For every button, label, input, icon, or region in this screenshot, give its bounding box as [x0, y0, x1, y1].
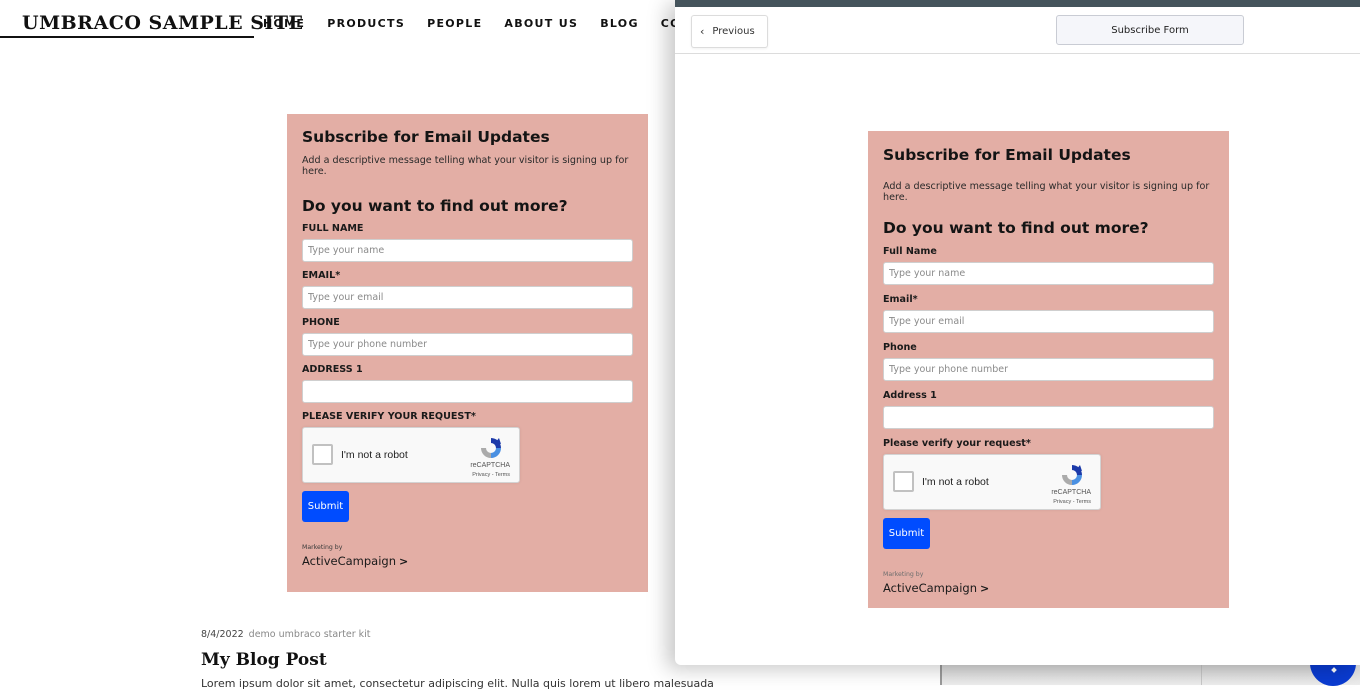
blog-title[interactable]: My Blog Post: [201, 650, 327, 670]
recaptcha-checkbox[interactable]: [312, 444, 333, 465]
chevron-right-icon: >: [398, 554, 409, 568]
recaptcha-links[interactable]: Privacy - Terms: [1053, 499, 1091, 505]
chevron-right-icon: >: [979, 581, 990, 595]
background-window-chrome: [940, 665, 1360, 685]
recaptcha-brand: reCAPTCHA: [470, 462, 510, 469]
submit-button[interactable]: Submit: [302, 491, 349, 522]
recaptcha-widget: I'm not a robot reCAPTCHA Privacy - Term…: [302, 427, 520, 483]
subscribe-form-preview: Subscribe for Email Updates Add a descri…: [868, 131, 1229, 608]
recaptcha-checkbox[interactable]: [893, 471, 914, 492]
panel-top-bar: [675, 0, 1360, 7]
activecampaign-brand: ActiveCampaign: [302, 554, 396, 568]
activecampaign-link[interactable]: ActiveCampaign >: [302, 554, 633, 568]
nav-blog[interactable]: BLOG: [600, 17, 639, 30]
recaptcha-widget: I'm not a robot reCAPTCHA Privacy - Term…: [883, 454, 1101, 510]
phone-label: PHONE: [302, 317, 340, 328]
address-input[interactable]: [883, 406, 1214, 429]
email-input[interactable]: [883, 310, 1214, 333]
form-heading: Do you want to find out more?: [302, 197, 568, 215]
chevron-left-icon: ‹: [700, 25, 705, 38]
verify-label: PLEASE VERIFY YOUR REQUEST*: [302, 411, 476, 422]
email-label: EMAIL*: [302, 270, 341, 281]
submit-button[interactable]: Submit: [883, 518, 930, 549]
address-input[interactable]: [302, 380, 633, 403]
blog-tag[interactable]: demo umbraco starter kit: [249, 629, 371, 640]
recaptcha-logo-icon: [481, 438, 501, 458]
form-heading: Do you want to find out more?: [883, 219, 1149, 237]
marketing-by-label: Marketing by: [302, 544, 343, 551]
site-logo[interactable]: UMBRACO SAMPLE SITE: [0, 12, 303, 38]
blog-meta: 8/4/2022 demo umbraco starter kit: [201, 629, 370, 640]
email-input[interactable]: [302, 286, 633, 309]
phone-input[interactable]: [883, 358, 1214, 381]
full-name-input[interactable]: [883, 262, 1214, 285]
activecampaign-brand: ActiveCampaign: [883, 581, 977, 595]
divider: [1201, 665, 1202, 685]
form-title: Subscribe for Email Updates: [883, 146, 1131, 164]
address-label: ADDRESS 1: [302, 364, 363, 375]
nav-home[interactable]: HOME: [263, 17, 305, 30]
verify-label: Please verify your request*: [883, 438, 1031, 449]
phone-input[interactable]: [302, 333, 633, 356]
divider: [940, 665, 942, 685]
full-name-label: Full Name: [883, 246, 937, 257]
form-description: Add a descriptive message telling what y…: [883, 181, 1210, 203]
form-preview-panel: ‹ Previous Subscribe Form Subscribe for …: [675, 0, 1360, 665]
panel-header: ‹ Previous Subscribe Form: [675, 7, 1360, 54]
marketing-by-label: Marketing by: [883, 571, 924, 578]
recaptcha-links[interactable]: Privacy - Terms: [472, 472, 510, 478]
blog-excerpt: Lorem ipsum dolor sit amet, consectetur …: [201, 677, 714, 690]
email-label: Email*: [883, 294, 918, 305]
nav-people[interactable]: PEOPLE: [427, 17, 482, 30]
previous-label: Previous: [712, 26, 755, 37]
address-label: Address 1: [883, 390, 937, 401]
full-name-input[interactable]: [302, 239, 633, 262]
form-description: Add a descriptive message telling what y…: [302, 155, 629, 177]
previous-button[interactable]: ‹ Previous: [691, 15, 768, 48]
form-title: Subscribe for Email Updates: [302, 128, 550, 146]
recaptcha-brand: reCAPTCHA: [1051, 489, 1091, 496]
form-selector[interactable]: Subscribe Form: [1056, 15, 1244, 45]
nav-about-us[interactable]: ABOUT US: [504, 17, 578, 30]
blog-date: 8/4/2022: [201, 629, 244, 640]
full-name-label: FULL NAME: [302, 223, 364, 234]
activecampaign-link[interactable]: ActiveCampaign >: [883, 581, 1214, 595]
nav-products[interactable]: PRODUCTS: [327, 17, 405, 30]
phone-label: Phone: [883, 342, 917, 353]
subscribe-form-embedded: Subscribe for Email Updates Add a descri…: [287, 114, 648, 592]
recaptcha-text: I'm not a robot: [341, 449, 408, 461]
recaptcha-text: I'm not a robot: [922, 476, 989, 488]
recaptcha-logo-icon: [1062, 465, 1082, 485]
